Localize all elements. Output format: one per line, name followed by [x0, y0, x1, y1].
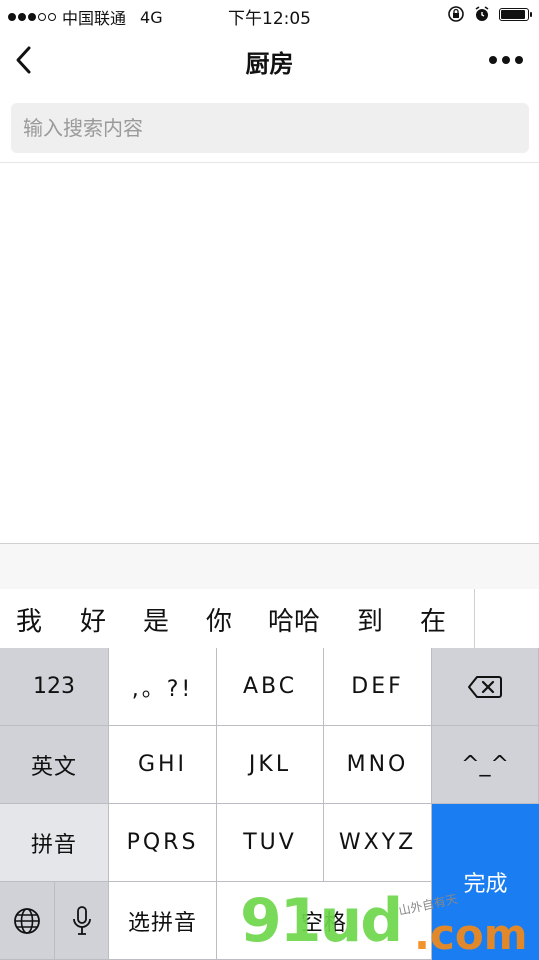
wxyz-key[interactable]: WXYZ	[324, 804, 432, 882]
def-key[interactable]: DEF	[324, 648, 432, 726]
ghi-key[interactable]: GHI	[109, 726, 217, 804]
pqrs-key[interactable]: PQRS	[109, 804, 217, 882]
candidate-item[interactable]: 是	[143, 601, 169, 638]
search-bar	[0, 92, 539, 163]
more-button[interactable]	[489, 56, 523, 64]
status-right	[447, 5, 532, 23]
backspace-icon	[468, 675, 502, 698]
emoticon-key[interactable]: ^_^	[432, 726, 539, 804]
candidate-item[interactable]: 你	[206, 601, 232, 638]
english-key[interactable]: 英文	[0, 726, 109, 804]
page-title: 厨房	[245, 50, 294, 78]
space-key[interactable]: 空格	[217, 882, 432, 960]
keyboard: 123 ,。?! ABC DEF 英文 GHI JKL MNO ^_^ 拼音 P…	[0, 648, 539, 960]
search-input[interactable]	[11, 103, 529, 153]
candidate-item[interactable]: 在	[420, 601, 446, 638]
globe-icon	[14, 907, 40, 934]
jkl-key[interactable]: JKL	[217, 726, 324, 804]
abc-key[interactable]: ABC	[217, 648, 324, 726]
more-dots-icon	[489, 56, 497, 64]
globe-key[interactable]	[0, 882, 55, 960]
done-key[interactable]: 完成	[432, 804, 539, 960]
candidate-item[interactable]: 我	[16, 601, 42, 638]
microphone-icon	[72, 905, 91, 935]
candidate-bar: 我 好 是 你 哈哈 到 在	[0, 589, 539, 649]
punctuation-key[interactable]: ,。?!	[109, 648, 217, 726]
candidate-item[interactable]: 到	[357, 601, 383, 638]
select-pinyin-key[interactable]: 选拼音	[109, 882, 217, 960]
microphone-key[interactable]	[55, 882, 109, 960]
alarm-icon	[475, 6, 489, 21]
collapse-candidates-button[interactable]	[475, 589, 539, 648]
numbers-key[interactable]: 123	[0, 648, 109, 726]
nav-bar: 厨房	[0, 30, 539, 92]
tuv-key[interactable]: TUV	[217, 804, 324, 882]
results-area	[0, 163, 539, 543]
battery-icon	[499, 7, 532, 21]
pinyin-key[interactable]: 拼音	[0, 804, 109, 882]
candidate-item[interactable]: 哈哈	[268, 601, 320, 638]
composition-strip	[0, 543, 539, 590]
candidate-item[interactable]: 好	[80, 601, 106, 638]
rotation-lock-icon	[448, 6, 464, 22]
status-bar: 中国联通 4G 下午12:05	[0, 0, 539, 30]
backspace-key[interactable]	[432, 648, 539, 726]
mno-key[interactable]: MNO	[324, 726, 432, 804]
